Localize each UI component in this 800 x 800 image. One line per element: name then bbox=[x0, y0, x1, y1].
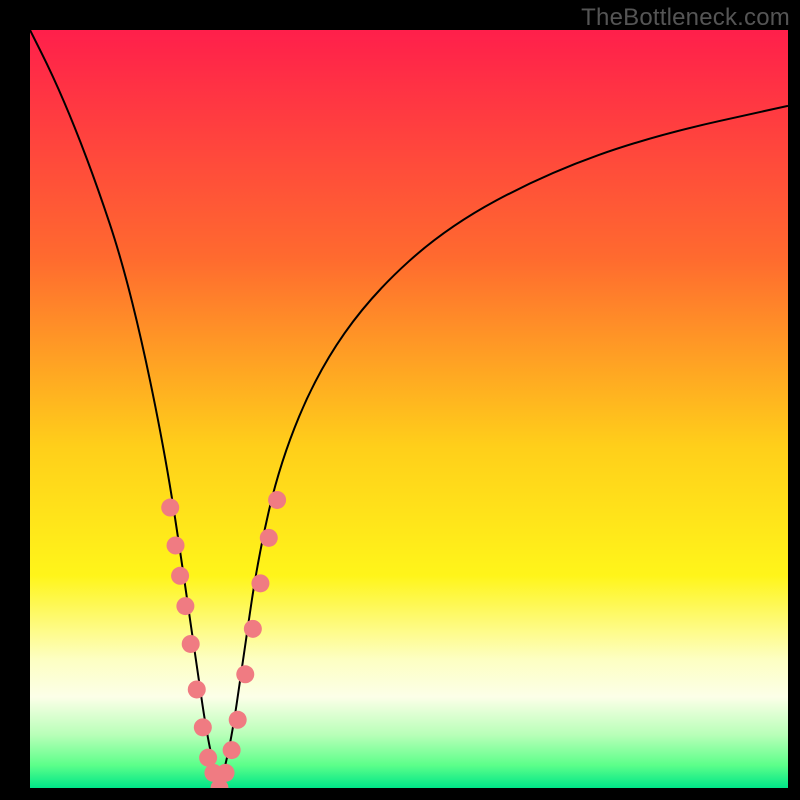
marker-group bbox=[161, 491, 286, 788]
data-marker bbox=[188, 680, 206, 698]
data-marker bbox=[171, 567, 189, 585]
chart-frame: TheBottleneck.com bbox=[0, 0, 800, 800]
data-marker bbox=[194, 718, 212, 736]
data-marker bbox=[167, 536, 185, 554]
data-marker bbox=[182, 635, 200, 653]
data-marker bbox=[161, 499, 179, 517]
data-marker bbox=[251, 574, 269, 592]
data-marker bbox=[268, 491, 286, 509]
data-marker bbox=[223, 741, 241, 759]
bottleneck-curve bbox=[30, 30, 788, 777]
data-marker bbox=[244, 620, 262, 638]
data-marker bbox=[236, 665, 254, 683]
data-marker bbox=[229, 711, 247, 729]
data-marker bbox=[260, 529, 278, 547]
data-marker bbox=[217, 764, 235, 782]
watermark-text: TheBottleneck.com bbox=[581, 4, 790, 32]
plot-area bbox=[30, 30, 788, 788]
data-marker bbox=[176, 597, 194, 615]
curve-layer bbox=[30, 30, 788, 788]
